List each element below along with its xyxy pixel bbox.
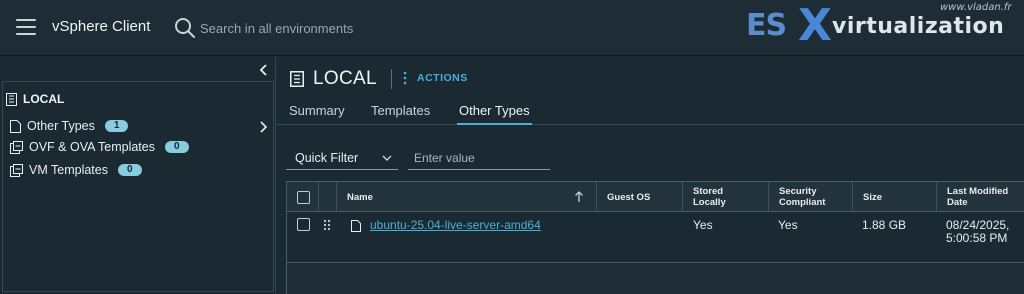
tree-root-local[interactable]: LOCAL bbox=[6, 92, 64, 106]
sidebar-item-ovf-ova-templates[interactable]: OVF & OVA Templates 0 bbox=[10, 138, 189, 156]
row-stored-locally-cell: Yes bbox=[693, 218, 713, 232]
sidebar-item-vm-templates[interactable]: VM Templates 0 bbox=[10, 161, 142, 179]
menu-icon[interactable] bbox=[16, 19, 36, 35]
column-label: Name bbox=[347, 191, 373, 203]
column-header-guest-os[interactable]: Guest OS bbox=[597, 182, 683, 212]
file-icon bbox=[10, 119, 21, 133]
sort-ascending-icon[interactable] bbox=[574, 191, 584, 203]
count-badge: 1 bbox=[104, 120, 129, 132]
more-vertical-icon bbox=[403, 71, 407, 85]
table-row[interactable]: ubuntu-25.04-live-server-amd64 Yes Yes 1… bbox=[287, 213, 1024, 263]
select-all-cell bbox=[287, 182, 319, 212]
collapse-sidebar-icon[interactable] bbox=[257, 63, 271, 77]
item-name-link[interactable]: ubuntu-25.04-live-server-amd64 bbox=[370, 218, 541, 232]
vm-template-icon bbox=[10, 163, 23, 177]
sidebar-item-label: OVF & OVA Templates bbox=[29, 140, 155, 154]
row-checkbox[interactable] bbox=[297, 218, 310, 231]
tab-bar: Summary Templates Other Types bbox=[277, 101, 1024, 125]
row-select-cell bbox=[297, 213, 310, 263]
quick-filter-label: Quick Filter bbox=[295, 150, 359, 165]
row-name-cell: ubuntu-25.04-live-server-amd64 bbox=[351, 213, 541, 263]
sidebar: LOCAL Other Types 1 OVF & OVA Templates … bbox=[0, 57, 276, 294]
tab-templates[interactable]: Templates bbox=[371, 103, 430, 125]
drag-handle-icon[interactable] bbox=[323, 219, 331, 231]
ovf-template-icon bbox=[10, 140, 23, 154]
app-title[interactable]: vSphere Client bbox=[52, 18, 150, 35]
watermark-logo: ES X virtualization www.vladan.fr bbox=[744, 0, 1024, 56]
row-size-cell: 1.88 GB bbox=[862, 218, 907, 232]
select-all-checkbox[interactable] bbox=[297, 190, 310, 204]
logo-x: X bbox=[798, 0, 832, 51]
column-label: Last Modified Date bbox=[947, 186, 1009, 208]
drag-column-header bbox=[319, 182, 337, 212]
grid-footer bbox=[287, 264, 1024, 294]
tab-other-types[interactable]: Other Types bbox=[457, 103, 532, 125]
sidebar-panel-border bbox=[2, 81, 274, 292]
count-badge: 0 bbox=[117, 164, 142, 176]
logo-esx: ES bbox=[746, 8, 787, 43]
column-header-size[interactable]: Size bbox=[853, 182, 937, 212]
column-header-stored-locally[interactable]: Stored Locally bbox=[683, 182, 769, 212]
top-header: vSphere Client ES X virtualization www.v… bbox=[0, 0, 1024, 56]
column-label: Stored Locally bbox=[693, 186, 726, 208]
content-library-icon bbox=[290, 71, 304, 87]
row-last-modified-cell: 08/24/2025, 5:00:58 PM bbox=[946, 218, 1010, 245]
count-badge: 0 bbox=[164, 141, 189, 153]
column-header-name[interactable]: Name bbox=[337, 182, 597, 212]
actions-menu-button[interactable]: ACTIONS bbox=[403, 71, 468, 85]
grid-header: Name Guest OS Stored Locally Security Co… bbox=[287, 182, 1024, 212]
title-divider bbox=[391, 69, 392, 89]
search-icon[interactable] bbox=[174, 17, 196, 39]
column-header-security-compliant[interactable]: Security Compliant bbox=[769, 182, 853, 212]
row-drag-cell bbox=[323, 213, 331, 263]
column-label: Size bbox=[863, 191, 883, 203]
chevron-right-icon[interactable] bbox=[258, 121, 268, 133]
logo-virtualization: virtualization bbox=[832, 14, 1005, 39]
column-label: Security Compliant bbox=[779, 186, 826, 208]
filter-value-input[interactable] bbox=[408, 148, 550, 170]
tab-summary[interactable]: Summary bbox=[289, 103, 345, 125]
logo-site: www.vladan.fr bbox=[940, 2, 1012, 13]
sidebar-item-other-types[interactable]: Other Types 1 bbox=[10, 117, 129, 135]
column-label: Guest OS bbox=[607, 191, 651, 203]
content-library-icon bbox=[6, 92, 17, 106]
chevron-down-icon bbox=[382, 155, 392, 161]
column-header-last-modified[interactable]: Last Modified Date bbox=[937, 182, 1024, 212]
data-grid: Name Guest OS Stored Locally Security Co… bbox=[286, 181, 1024, 294]
global-search-input[interactable] bbox=[200, 16, 560, 40]
sidebar-item-label: VM Templates bbox=[29, 163, 108, 177]
main-content: LOCAL ACTIONS Summary Templates Other Ty… bbox=[277, 57, 1024, 294]
row-security-compliant-cell: Yes bbox=[778, 218, 798, 232]
tree-root-label: LOCAL bbox=[23, 92, 65, 106]
file-icon bbox=[351, 220, 361, 232]
quick-filter-select[interactable]: Quick Filter bbox=[286, 148, 398, 170]
sidebar-item-label: Other Types bbox=[27, 119, 95, 133]
row-guest-os-cell bbox=[607, 213, 683, 263]
page-title: LOCAL bbox=[313, 68, 377, 89]
actions-label: ACTIONS bbox=[417, 72, 468, 84]
